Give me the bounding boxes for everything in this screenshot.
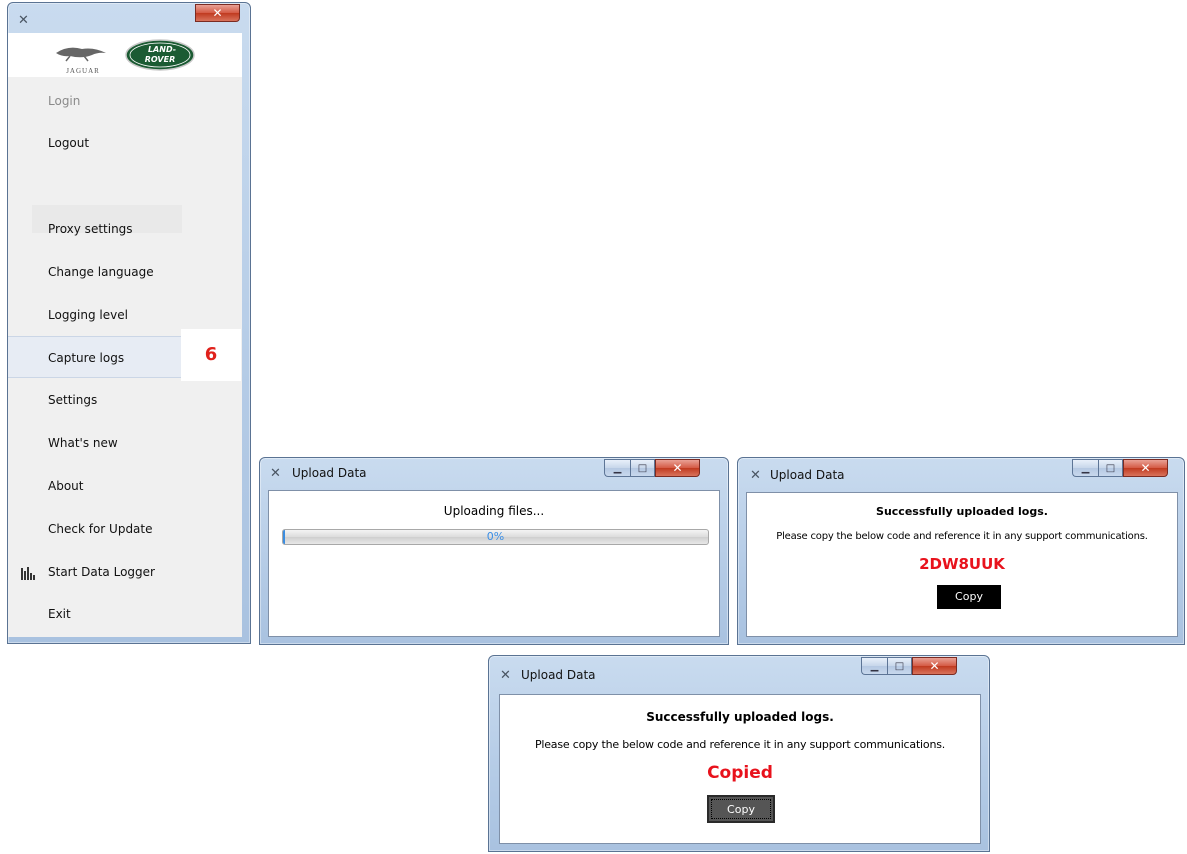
close-icon: ✕	[672, 461, 683, 475]
landrover-logo: LAND- ROVER	[125, 39, 195, 71]
support-code: 2DW8UUK	[919, 555, 1005, 573]
close-button[interactable]: ✕	[655, 459, 700, 477]
support-instruction: Please copy the below code and reference…	[534, 738, 946, 751]
copy-button[interactable]: Copy	[937, 585, 1001, 609]
menu-item-whats-new[interactable]: What's new	[8, 422, 242, 464]
upload-progress-bar: 0%	[282, 529, 709, 545]
dialog-titlebar: ✕ Upload Data ▁ □ ✕	[738, 458, 1184, 488]
dialog-content: Uploading files... 0%	[268, 490, 720, 637]
close-icon: ✕	[929, 659, 940, 673]
uploading-message: Uploading files...	[443, 504, 545, 518]
maximize-button[interactable]: □	[630, 459, 655, 477]
progress-label: 0%	[486, 530, 505, 543]
maximize-icon: □	[637, 462, 648, 474]
app-logo-icon: ✕	[18, 13, 29, 28]
upload-dialog-copied: ✕ Upload Data ▁ □ ✕ Successfully uploade…	[488, 655, 990, 852]
menu-item-login[interactable]: Login	[8, 80, 242, 122]
menu-caption-buttons: ✕	[195, 4, 240, 23]
dialog-title: Upload Data	[292, 466, 367, 480]
minimize-button[interactable]: ▁	[861, 657, 887, 675]
dialog-content: Successfully uploaded logs. Please copy …	[499, 694, 981, 844]
maximize-icon: □	[1105, 462, 1116, 474]
dialog-caption-buttons: ▁ □ ✕	[1072, 459, 1168, 478]
close-button[interactable]: ✕	[912, 657, 957, 675]
minimize-icon: ▁	[1081, 462, 1090, 474]
menu-item-about[interactable]: About	[8, 465, 242, 507]
minimize-icon: ▁	[870, 660, 879, 672]
close-button[interactable]: ✕	[195, 4, 240, 22]
support-instruction: Please copy the below code and reference…	[776, 531, 1148, 542]
copied-status: Copied	[707, 763, 773, 783]
menu-item-start-data-logger[interactable]: Start Data Logger	[8, 551, 242, 593]
menu-item-change-language[interactable]: Change language	[8, 251, 242, 293]
success-heading: Successfully uploaded logs.	[876, 505, 1048, 518]
dialog-caption-buttons: ▁ □ ✕	[861, 657, 957, 676]
dialog-content: Successfully uploaded logs. Please copy …	[746, 492, 1178, 637]
close-icon: ✕	[1140, 461, 1151, 475]
app-logo-icon: ✕	[500, 668, 511, 683]
copy-button[interactable]: Copy	[707, 795, 775, 823]
svg-text:ROVER: ROVER	[145, 55, 176, 64]
maximize-button[interactable]: □	[1098, 459, 1123, 477]
svg-text:JAGUAR: JAGUAR	[66, 67, 100, 75]
menu-item-settings[interactable]: Settings	[8, 379, 242, 421]
menu-item-proxy-settings[interactable]: Proxy settings	[8, 208, 242, 250]
success-heading: Successfully uploaded logs.	[646, 710, 834, 724]
menu-item-exit[interactable]: Exit	[8, 593, 242, 635]
close-button[interactable]: ✕	[1123, 459, 1168, 477]
upload-dialog-success: ✕ Upload Data ▁ □ ✕ Successfully uploade…	[737, 457, 1185, 645]
dialog-title: Upload Data	[521, 668, 596, 682]
maximize-icon: □	[894, 660, 905, 672]
close-icon: ✕	[212, 6, 223, 20]
jaguar-logo: JAGUAR	[56, 47, 106, 75]
dialog-title: Upload Data	[770, 468, 845, 482]
menu-item-logout[interactable]: Logout	[8, 122, 242, 164]
step-number-badge: 6	[181, 329, 241, 381]
dialog-caption-buttons: ▁ □ ✕	[604, 459, 700, 478]
menu-titlebar: ✕ ✕	[8, 3, 250, 33]
svg-text:LAND-: LAND-	[148, 45, 176, 54]
menu-item-label: Start Data Logger	[48, 565, 155, 579]
minimize-icon: ▁	[613, 462, 622, 474]
menu-item-capture-logs[interactable]: Capture logs	[8, 336, 188, 378]
minimize-button[interactable]: ▁	[1072, 459, 1098, 477]
app-logo-icon: ✕	[750, 468, 761, 483]
bar-chart-icon	[20, 551, 36, 593]
logo-bar: JAGUAR LAND- ROVER	[8, 33, 242, 77]
upload-dialog-progress: ✕ Upload Data ▁ □ ✕ Uploading files... 0…	[259, 457, 729, 645]
app-logo-icon: ✕	[270, 466, 281, 481]
maximize-button[interactable]: □	[887, 657, 912, 675]
dialog-titlebar: ✕ Upload Data ▁ □ ✕	[260, 458, 728, 488]
dialog-titlebar: ✕ Upload Data ▁ □ ✕	[489, 656, 989, 686]
menu-item-check-for-update[interactable]: Check for Update	[8, 508, 242, 550]
minimize-button[interactable]: ▁	[604, 459, 630, 477]
